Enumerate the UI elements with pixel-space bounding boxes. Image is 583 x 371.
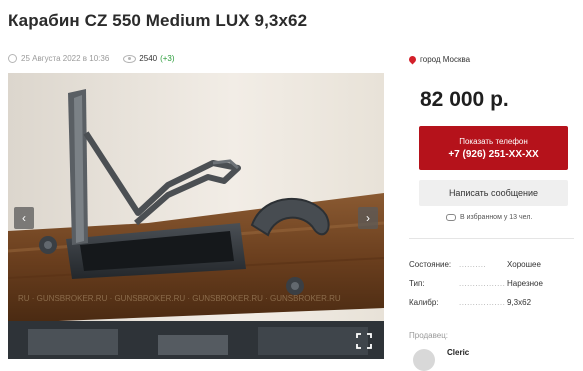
chevron-right-icon: › — [366, 211, 370, 225]
location-label: город Москва — [420, 55, 471, 64]
seller-label: Продавец: — [409, 331, 449, 340]
page-title: Карабин CZ 550 Medium LUX 9,3x62 — [8, 11, 308, 30]
eye-icon — [123, 54, 137, 63]
property-key: Калибр: — [409, 298, 439, 307]
favorites-icon — [446, 214, 456, 221]
property-dots: .................. — [459, 298, 505, 307]
favorites-label: В избранном у 13 чел. — [460, 214, 533, 221]
property-key: Состояние: — [409, 260, 452, 269]
divider — [409, 238, 574, 239]
seller-avatar[interactable] — [413, 349, 435, 371]
show-phone-label: Показать телефон — [459, 136, 528, 146]
property-value: 9,3x62 — [507, 298, 532, 307]
property-row: Тип: .................... Нарезное — [409, 279, 543, 298]
property-value: Нарезное — [507, 279, 543, 288]
seller-name[interactable]: Cleric — [447, 348, 469, 357]
chevron-left-icon: ‹ — [22, 211, 26, 225]
location: город Москва — [407, 54, 471, 65]
listing-meta: 25 Августа 2022 в 10:36 2540 (+3) — [8, 54, 175, 63]
favorites-count: В избранном у 13 чел. — [446, 214, 532, 221]
watermark-text: RU · GUNSBROKER.RU · GUNSBROKER.RU · GUN… — [18, 294, 341, 303]
property-dots: .................... — [459, 279, 505, 288]
next-photo-button[interactable]: › — [358, 207, 378, 229]
views-delta: (+3) — [160, 54, 175, 63]
views-counter: 2540 (+3) — [123, 54, 175, 63]
rifle-photo-image: RU · GUNSBROKER.RU · GUNSBROKER.RU · GUN… — [8, 73, 384, 359]
property-key: Тип: — [409, 279, 425, 288]
properties-list: Состояние: .......... Хорошее Тип: .....… — [409, 260, 543, 317]
views-count: 2540 — [139, 54, 158, 63]
write-message-button[interactable]: Написать сообщение — [419, 180, 568, 206]
fullscreen-icon[interactable] — [356, 333, 372, 349]
listing-date: 25 Августа 2022 в 10:36 — [21, 54, 110, 63]
clock-icon — [8, 54, 17, 63]
map-pin-icon — [407, 54, 418, 65]
listing-photo[interactable]: RU · GUNSBROKER.RU · GUNSBROKER.RU · GUN… — [8, 73, 384, 359]
price: 82 000 р. — [420, 88, 509, 111]
property-row: Состояние: .......... Хорошее — [409, 260, 543, 279]
property-row: Калибр: .................. 9,3x62 — [409, 298, 543, 317]
property-dots: .......... — [459, 260, 487, 269]
prev-photo-button[interactable]: ‹ — [14, 207, 34, 229]
property-value: Хорошее — [507, 260, 541, 269]
show-phone-button[interactable]: Показать телефон +7 (926) 251-XX-XX — [419, 126, 568, 170]
phone-number: +7 (926) 251-XX-XX — [448, 148, 539, 160]
